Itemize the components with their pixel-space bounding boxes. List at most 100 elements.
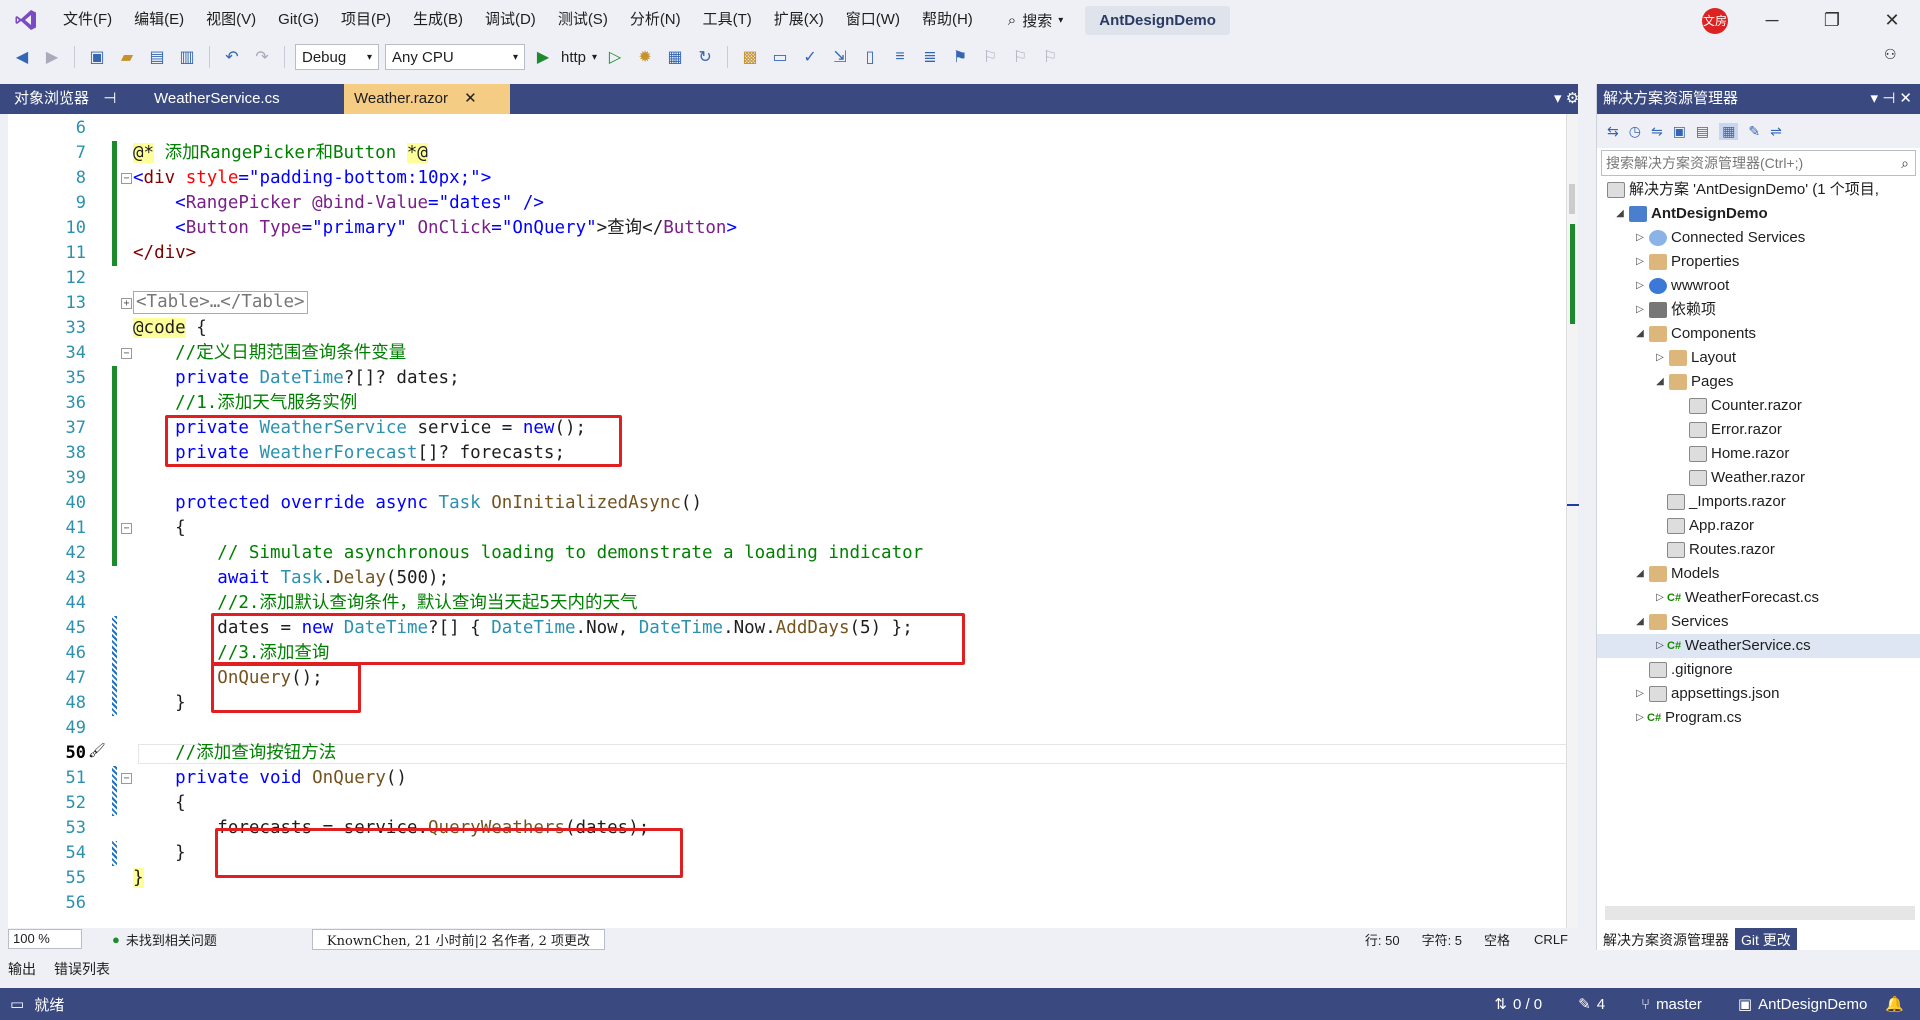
live-share-icon[interactable]: ⚇ xyxy=(1884,46,1897,63)
expand-arrow-icon[interactable]: ◢ xyxy=(1633,610,1647,634)
pin-icon[interactable]: ⊣ xyxy=(103,90,116,107)
tree-item-weatherforecast[interactable]: ▷ C# WeatherForecast.cs xyxy=(1653,586,1819,610)
tree-item-models[interactable]: ◢ Models xyxy=(1633,562,1719,586)
expand-arrow-icon[interactable]: ◢ xyxy=(1633,562,1647,586)
codelens-text[interactable]: KnownChen, 21 小时前|2 名作者, 2 项更改 xyxy=(311,928,606,950)
back-icon[interactable]: ◀ xyxy=(10,45,34,69)
tree-item-program[interactable]: ▷ C# Program.cs xyxy=(1633,706,1742,730)
tree-item-weatherservice[interactable]: ▷ C# WeatherService.cs xyxy=(1597,634,1920,658)
tree-item-counter[interactable]: Counter.razor xyxy=(1687,394,1802,418)
expand-arrow-icon[interactable]: ▷ xyxy=(1633,274,1647,298)
hot-reload-icon[interactable]: ✹ xyxy=(633,45,657,69)
tree-item-properties[interactable]: ▷ Properties xyxy=(1633,250,1739,274)
switch-views-icon[interactable]: ⇆ xyxy=(1607,123,1619,140)
expand-arrow-icon[interactable]: ▷ xyxy=(1633,682,1647,706)
restore-icon[interactable]: ❐ xyxy=(1804,0,1860,40)
fold-toggle[interactable]: − xyxy=(121,523,132,534)
next-bookmark-icon[interactable]: ⚐ xyxy=(1008,45,1032,69)
expand-arrow-icon[interactable]: ▷ xyxy=(1633,250,1647,274)
tree-item-imports[interactable]: _Imports.razor xyxy=(1665,490,1786,514)
tab-overflow-icon[interactable]: ▾ ⚙ xyxy=(1544,84,1579,114)
tree-item-services[interactable]: ◢ Services xyxy=(1633,610,1729,634)
platform-dropdown[interactable]: Any CPU ▾ xyxy=(385,44,525,70)
clear-bookmarks-icon[interactable]: ⚐ xyxy=(1038,45,1062,69)
menu-build[interactable]: 生成(B) xyxy=(402,0,474,40)
refresh-icon[interactable]: ↻ xyxy=(693,45,717,69)
menu-debug[interactable]: 调试(D) xyxy=(474,0,547,40)
menu-test[interactable]: 测试(S) xyxy=(547,0,619,40)
tree-item-gitignore[interactable]: .gitignore xyxy=(1647,658,1733,682)
menu-tools[interactable]: 工具(T) xyxy=(692,0,763,40)
tab-output[interactable]: 输出 xyxy=(8,959,36,979)
run-target-label[interactable]: http xyxy=(561,49,586,66)
solution-search-input[interactable]: 搜索解决方案资源管理器(Ctrl+;) ⌕ xyxy=(1601,150,1916,176)
tree-item-layout[interactable]: ▷ Layout xyxy=(1653,346,1736,370)
expand-arrow-icon[interactable]: ▷ xyxy=(1653,634,1667,658)
expand-arrow-icon[interactable]: ▷ xyxy=(1653,586,1667,610)
branch-name[interactable]: master xyxy=(1656,996,1702,1013)
repo-name[interactable]: AntDesignDemo xyxy=(1758,996,1867,1013)
quick-action-brush-icon[interactable]: 🖌 xyxy=(88,742,106,759)
sync-icon[interactable]: ⇋ xyxy=(1651,123,1663,140)
menu-project[interactable]: 项目(P) xyxy=(330,0,402,40)
column-indicator[interactable]: 字符: 5 xyxy=(1422,930,1462,949)
tree-item-weather[interactable]: Weather.razor xyxy=(1687,466,1805,490)
expand-arrow-icon[interactable]: ◢ xyxy=(1653,370,1667,394)
expand-arrow-icon[interactable]: ▷ xyxy=(1633,706,1647,730)
menu-edit[interactable]: 编辑(E) xyxy=(123,0,195,40)
code-editor[interactable]: 6 7 8 9 10 11 12 13 33 34 35 36 37 38 39… xyxy=(8,114,1576,928)
eol-indicator[interactable]: CRLF xyxy=(1534,932,1568,947)
scrollbar-thumb[interactable] xyxy=(1569,184,1575,214)
tab-weatherservice[interactable]: WeatherService.cs xyxy=(144,84,340,114)
save-icon[interactable]: ▤ xyxy=(145,45,169,69)
bookmark-icon[interactable]: ⚑ xyxy=(948,45,972,69)
repo-icon[interactable]: ▣ xyxy=(1738,995,1752,1013)
chevron-down-icon[interactable]: ▾ xyxy=(592,52,597,63)
expand-arrow-icon[interactable]: ◢ xyxy=(1613,202,1627,226)
menu-view[interactable]: 视图(V) xyxy=(195,0,267,40)
tree-item-solution[interactable]: 解决方案 'AntDesignDemo' (1 个项目, xyxy=(1605,178,1879,202)
menu-file[interactable]: 文件(F) xyxy=(52,0,123,40)
find-in-files-icon[interactable]: ▩ xyxy=(738,45,762,69)
whitespace-indicator[interactable]: 空格 xyxy=(1484,930,1510,949)
branch-icon[interactable]: ⑂ xyxy=(1641,996,1650,1013)
close-window-icon[interactable]: ✕ xyxy=(1864,0,1920,40)
open-folder-icon[interactable]: ▰ xyxy=(115,45,139,69)
filter-icon[interactable]: ▦ xyxy=(1719,122,1739,140)
split-icon[interactable]: ▯ xyxy=(858,45,882,69)
pencil-icon[interactable]: ✎ xyxy=(1578,995,1591,1013)
editor-scrollbar[interactable] xyxy=(1566,114,1579,928)
start-without-debug-icon[interactable]: ▷ xyxy=(603,45,627,69)
tab-object-browser[interactable]: 对象浏览器 ⊣ xyxy=(4,84,142,114)
tree-item-project[interactable]: ◢ AntDesignDemo xyxy=(1613,202,1768,226)
menu-analyze[interactable]: 分析(N) xyxy=(619,0,692,40)
expand-arrow-icon[interactable]: ▷ xyxy=(1633,226,1647,250)
menu-git[interactable]: Git(G) xyxy=(267,0,330,40)
fold-toggle[interactable]: − xyxy=(121,773,132,784)
step-icon[interactable]: ⇲ xyxy=(828,45,852,69)
tree-item-routes[interactable]: Routes.razor xyxy=(1665,538,1775,562)
close-tab-icon[interactable]: ✕ xyxy=(464,90,477,107)
sync-status[interactable]: 0 / 0 xyxy=(1513,996,1542,1013)
menu-extensions[interactable]: 扩展(X) xyxy=(763,0,835,40)
issues-text[interactable]: 未找到相关问题 xyxy=(126,930,217,949)
tab-error-list[interactable]: 错误列表 xyxy=(54,959,110,979)
notification-bell-icon[interactable]: 🔔 xyxy=(1885,995,1904,1013)
browser-icon[interactable]: ▦ xyxy=(663,45,687,69)
expand-arrow-icon[interactable]: ▷ xyxy=(1653,346,1667,370)
show-all-files-icon[interactable]: ▤ xyxy=(1696,123,1709,140)
tree-item-dependencies[interactable]: ▷ 依赖项 xyxy=(1633,298,1716,322)
fold-toggle[interactable]: − xyxy=(121,173,132,184)
new-project-icon[interactable]: ▣ xyxy=(85,45,109,69)
panel-controls-icon[interactable]: ▾ ⊣ ✕ xyxy=(1871,84,1913,114)
spell-check-icon[interactable]: ✓ xyxy=(798,45,822,69)
expand-arrow-icon[interactable]: ◢ xyxy=(1633,322,1647,346)
search-icon[interactable]: ⌕ xyxy=(1901,151,1909,175)
tree-item-connected-services[interactable]: ▷ Connected Services xyxy=(1633,226,1805,250)
expand-arrow-icon[interactable]: ▷ xyxy=(1633,298,1647,322)
menu-help[interactable]: 帮助(H) xyxy=(911,0,984,40)
tab-git-changes[interactable]: Git 更改 xyxy=(1735,928,1797,950)
layout-icon[interactable]: ▭ xyxy=(768,45,792,69)
comment-icon[interactable]: ≡ xyxy=(888,45,912,69)
tree-item-appsettings[interactable]: ▷ appsettings.json xyxy=(1633,682,1779,706)
